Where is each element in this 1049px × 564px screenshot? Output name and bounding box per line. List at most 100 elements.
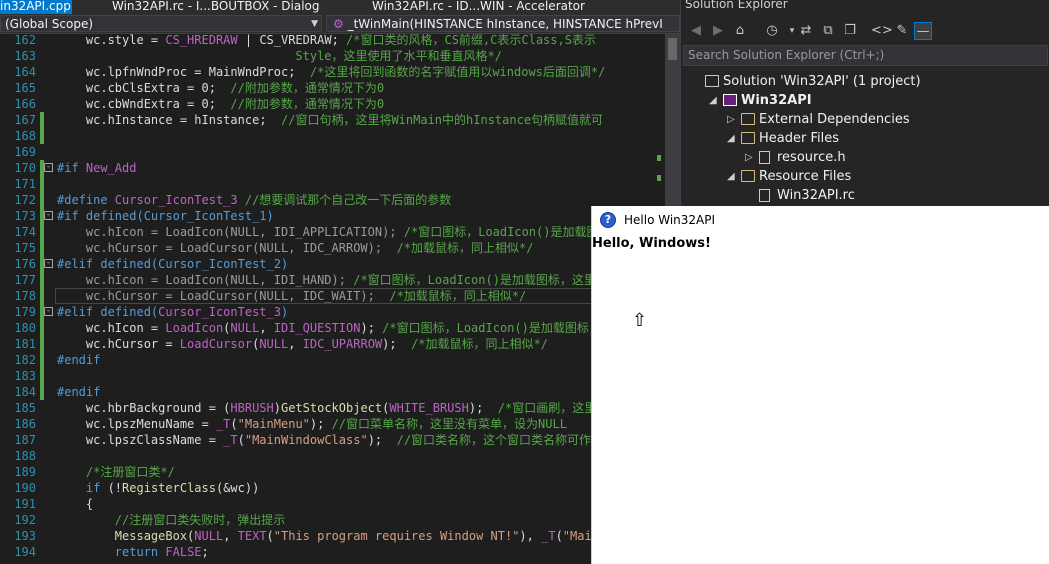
fold-toggle-icon[interactable]: - [44, 307, 53, 316]
code-line[interactable]: 187 wc.lpszClassName = _T("MainWindowCla… [0, 432, 680, 448]
code-line[interactable]: 188 [0, 448, 680, 464]
code-line[interactable]: 165 wc.cbClsExtra = 0; //附加参数，通常情况下为0 [0, 80, 680, 96]
tree-node-label[interactable]: Resource Files [759, 167, 851, 186]
line-number: 170 [14, 161, 36, 175]
line-number: 193 [14, 529, 36, 543]
tree-node-label[interactable]: Win32API [741, 91, 812, 110]
code-line[interactable]: 169 [0, 144, 680, 160]
folder-icon [741, 113, 755, 125]
collapse-arrow-icon[interactable]: ◢ [727, 167, 735, 186]
code-line[interactable]: 178 wc.hCursor = LoadCursor(NULL, IDC_WA… [0, 288, 680, 304]
file-icon [759, 189, 770, 202]
code-line[interactable]: 162 wc.style = CS_HREDRAW | CS_VREDRAW; … [0, 34, 680, 48]
panel-title: Solution Explorer [685, 0, 788, 11]
solution-search-input[interactable]: Search Solution Explorer (Ctrl+;) [683, 45, 1048, 66]
code-text: wc.lpfnWndProc = MainWndProc; /*这里将回到函数的… [57, 65, 606, 79]
collapse-arrow-icon[interactable]: ◢ [727, 129, 735, 148]
fold-toggle-icon[interactable]: - [44, 211, 53, 220]
scope-dropdown[interactable]: (Global Scope) ▼ [0, 15, 322, 32]
code-line[interactable]: 192 //注册窗口类失败时，弹出提示 [0, 512, 680, 528]
code-text: { [57, 497, 94, 511]
code-text: if (!RegisterClass(&wc)) [85, 481, 260, 495]
code-line[interactable]: 181 wc.hCursor = LoadCursor(NULL, IDC_UP… [0, 336, 680, 352]
tab-1[interactable]: Win32API.rc - I...BOUTBOX - Dialog [112, 0, 337, 14]
folder-icon [741, 170, 755, 182]
code-line[interactable]: 184 #endif [0, 384, 680, 400]
code-text: #elif defined(Cursor_IconTest_2) [57, 257, 289, 271]
show-all-files-icon[interactable]: ❐ [841, 22, 859, 40]
code-line[interactable]: 175 wc.hCursor = LoadCursor(NULL, IDC_AR… [0, 240, 680, 256]
history-icon[interactable]: ◷ [763, 22, 781, 40]
forward-icon[interactable]: ▶ [709, 22, 727, 40]
tree-node-label[interactable]: Win32API.rc [777, 186, 855, 205]
question-icon: ? [600, 212, 616, 228]
expand-arrow-icon[interactable]: ▷ [745, 148, 753, 167]
code-text: wc.hIcon = LoadIcon(NULL, IDI_HAND); /*窗… [57, 273, 596, 287]
function-dropdown[interactable]: ⚙ _tWinMain(HINSTANCE hInstance, HINSTAN… [326, 15, 680, 32]
code-line[interactable]: 173- #if defined(Cursor_IconTest_1) [0, 208, 680, 224]
code-text: wc.hIcon = LoadIcon(NULL, IDI_APPLICATIO… [57, 225, 599, 239]
function-dropdown-value: _tWinMain(HINSTANCE hInstance, HINSTANCE… [347, 17, 663, 31]
code-line[interactable]: 164 wc.lpfnWndProc = MainWndProc; /*这里将回… [0, 64, 680, 80]
line-number: 163 [14, 49, 36, 63]
collapse-arrow-icon[interactable]: ◢ [709, 91, 717, 110]
sync-icon[interactable]: ⇄ [797, 22, 815, 40]
code-text: wc.hCursor = LoadCursor(NULL, IDC_UPARRO… [57, 337, 548, 351]
line-number: 181 [14, 337, 36, 351]
line-number: 187 [14, 433, 36, 447]
code-line[interactable]: 193 MessageBox(NULL, TEXT("This program … [0, 528, 680, 544]
preview-selected-icon[interactable]: — [914, 22, 932, 40]
back-icon[interactable]: ◀ [687, 22, 705, 40]
code-editor[interactable]: 162 wc.style = CS_HREDRAW | CS_VREDRAW; … [0, 34, 680, 564]
solution-explorer-toolbar: ◀ ▶ ⌂ ◷ ▾ ⇄ ⧉ ❐ <> ✎ — [681, 20, 1049, 42]
code-line[interactable]: 190 if (!RegisterClass(&wc)) [0, 480, 680, 496]
code-line[interactable]: 191 { [0, 496, 680, 512]
project-icon [723, 94, 737, 106]
code-line[interactable]: 172 #define Cursor_IconTest_3 //想要调试那个自己改… [0, 192, 680, 208]
line-number: 186 [14, 417, 36, 431]
line-number: 167 [14, 113, 36, 127]
fold-toggle-icon[interactable]: - [44, 163, 53, 172]
code-line[interactable]: 194 return FALSE; [0, 544, 680, 560]
tab-2[interactable]: Win32API.rc - ID...WIN - Accelerator [372, 0, 600, 14]
line-number: 175 [14, 241, 36, 255]
code-line[interactable]: 166 wc.cbWndExtra = 0; //附加参数，通常情况下为0 [0, 96, 680, 112]
code-line[interactable]: 170- #if New_Add [0, 160, 680, 176]
line-number: 165 [14, 81, 36, 95]
tree-node-label[interactable]: External Dependencies [759, 110, 910, 129]
code-line[interactable]: 168 [0, 128, 680, 144]
code-line[interactable]: 182 #endif [0, 352, 680, 368]
code-line[interactable]: 180 wc.hIcon = LoadIcon(NULL, IDI_QUESTI… [0, 320, 680, 336]
code-line[interactable]: 183 [0, 368, 680, 384]
fold-toggle-icon[interactable]: - [44, 259, 53, 268]
line-number: 188 [14, 449, 36, 463]
home-icon[interactable]: ⌂ [731, 22, 749, 40]
properties-wrench-icon[interactable]: ✎ [893, 22, 911, 40]
code-line[interactable]: 185 wc.hbrBackground = (HBRUSH)GetStockO… [0, 400, 680, 416]
app-title-bar[interactable]: ? Hello Win32API [592, 206, 1049, 234]
code-line[interactable]: 171 [0, 176, 680, 192]
view-code-icon[interactable]: <> [871, 22, 893, 40]
line-number: 178 [14, 289, 36, 303]
code-line[interactable]: 177 wc.hIcon = LoadIcon(NULL, IDI_HAND);… [0, 272, 680, 288]
tree-node-label[interactable]: Header Files [759, 129, 839, 148]
line-number: 190 [14, 481, 36, 495]
tab-0[interactable]: in32API.cpp [0, 0, 72, 14]
collapse-all-icon[interactable]: ⧉ [819, 22, 837, 40]
code-line[interactable]: 174 wc.hIcon = LoadIcon(NULL, IDI_APPLIC… [0, 224, 680, 240]
line-number: 180 [14, 321, 36, 335]
scrollbar-thumb[interactable] [668, 38, 677, 60]
code-text: #if New_Add [57, 161, 137, 175]
code-line[interactable]: 167 wc.hInstance = hInstance; //窗口句柄，这里将… [0, 112, 680, 128]
code-line[interactable]: 163 Style，这里使用了水平和垂直风格*/ [0, 48, 680, 64]
code-line[interactable]: 176- #elif defined(Cursor_IconTest_2) [0, 256, 680, 272]
code-line[interactable]: 179- #elif defined(Cursor_IconTest_3) [0, 304, 680, 320]
tree-node-label[interactable]: Solution 'Win32API' (1 project) [723, 72, 921, 91]
code-line[interactable]: 186 wc.lpszMenuName = _T("MainMenu"); //… [0, 416, 680, 432]
code-line[interactable]: 189 /*注册窗口类*/ [0, 464, 680, 480]
tree-node-label[interactable]: resource.h [777, 148, 846, 167]
code-text: #define Cursor_IconTest_3 //想要调试那个自己改一下后… [57, 193, 452, 207]
code-text: wc.hCursor = LoadCursor(NULL, IDC_WAIT);… [57, 289, 527, 303]
expand-arrow-icon[interactable]: ▷ [727, 110, 735, 129]
up-arrow-cursor-icon: ⇧ [632, 310, 648, 331]
